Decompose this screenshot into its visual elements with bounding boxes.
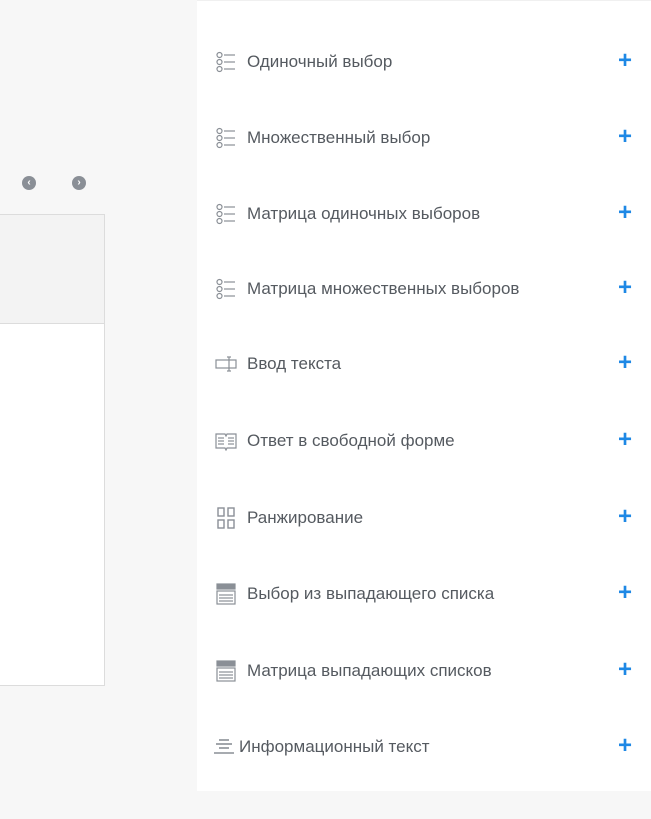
add-icon[interactable]: + [615,49,635,73]
toolbox-item-single-choice[interactable]: Одиночный выбор + [197,42,651,82]
toolbox-item-ranking[interactable]: Ранжирование + [197,498,651,538]
single-choice-icon [215,51,237,73]
add-icon[interactable]: + [615,734,635,758]
matrix-dropdown-icon [215,660,237,682]
toolbox-item-dropdown[interactable]: Выбор из выпадающего списка + [197,574,651,614]
info-text-icon [213,736,235,758]
question-card[interactable] [0,214,105,686]
survey-builder: ‹ › Одиночный выбор + Множественный выбо… [0,0,651,819]
toolbox-item-label: Ответ в свободной форме [247,431,455,450]
toolbox-item-label: Матрица одиночных выборов [247,204,481,223]
add-icon[interactable]: + [615,581,635,605]
toolbox-item-matrix-dropdown[interactable]: Матрица выпадающих списков + [197,651,651,691]
matrix-single-icon [215,203,237,225]
dropdown-icon [215,583,237,605]
add-icon[interactable]: + [615,428,635,452]
add-icon[interactable]: + [615,125,635,149]
page-navigation: ‹ › [22,176,86,190]
text-input-icon [215,353,237,375]
arrow-right-circle-icon[interactable]: › [72,176,86,190]
toolbox-item-label: Ранжирование [247,508,364,527]
multiple-choice-icon [215,127,237,149]
toolbox-item-label: Матрица выпадающих списков [247,661,492,680]
add-icon[interactable]: + [615,351,635,375]
toolbox-item-info-text[interactable]: Информационный текст + [197,727,651,767]
toolbox-item-label: Выбор из выпадающего списка [247,584,495,603]
toolbox-item-label: Информационный текст [239,737,430,756]
matrix-multiple-icon [215,278,237,300]
toolbox-item-label: Матрица множественных выборов [247,279,520,298]
question-card-header [0,215,104,324]
ranking-icon [215,507,237,529]
add-icon[interactable]: + [615,201,635,225]
survey-canvas: ‹ › [0,0,197,819]
add-icon[interactable]: + [615,658,635,682]
toolbox-item-matrix-multiple[interactable]: Матрица множественных выборов + [197,269,651,309]
add-icon[interactable]: + [615,505,635,529]
toolbox-item-free-form[interactable]: Ответ в свободной форме + [197,421,651,461]
add-icon[interactable]: + [615,276,635,300]
arrow-left-circle-icon[interactable]: ‹ [22,176,36,190]
toolbox-item-matrix-single[interactable]: Матрица одиночных выборов + [197,194,651,234]
toolbox-item-label: Ввод текста [247,354,342,373]
toolbox-item-label: Множественный выбор [247,128,431,147]
free-form-icon [215,430,237,452]
question-type-toolbox: Одиночный выбор + Множественный выбор + [197,0,651,791]
toolbox-item-label: Одиночный выбор [247,52,393,71]
toolbox-item-multiple-choice[interactable]: Множественный выбор + [197,118,651,158]
toolbox-item-text-input[interactable]: Ввод текста + [197,344,651,384]
